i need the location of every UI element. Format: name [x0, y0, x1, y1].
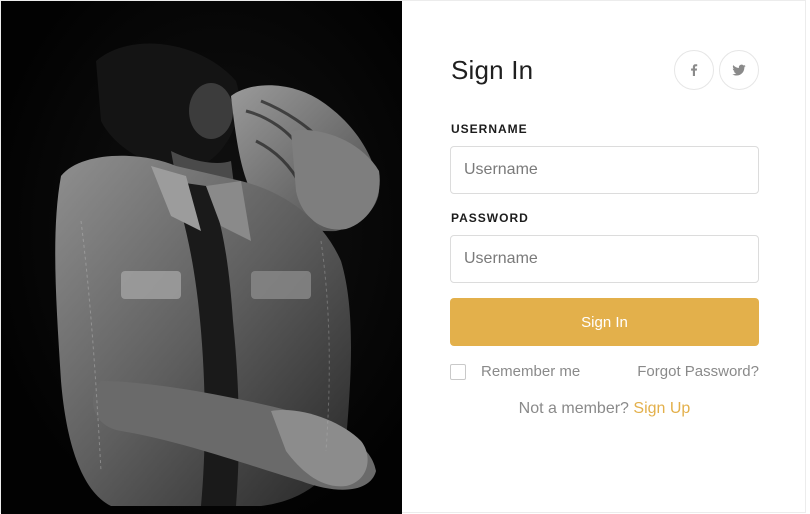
sign-up-link[interactable]: Sign Up [633, 400, 690, 417]
sign-in-button[interactable]: Sign In [450, 298, 759, 346]
page-title: Sign In [451, 55, 534, 85]
hero-photo [1, 1, 402, 514]
remember-me-checkbox[interactable] [450, 363, 466, 380]
username-input[interactable] [450, 146, 759, 194]
sign-in-form-panel: Sign In USERNAME PASSWORD Sign In Rememb… [402, 1, 807, 514]
twitter-icon [732, 64, 746, 76]
facebook-icon [691, 64, 698, 76]
sign-in-card: Sign In USERNAME PASSWORD Sign In Rememb… [0, 0, 807, 514]
twitter-button[interactable] [719, 50, 759, 90]
facebook-button[interactable] [674, 50, 714, 90]
username-label: USERNAME [451, 122, 528, 136]
person-denim-jacket-image [1, 1, 402, 514]
signup-row: Not a member? Sign Up [450, 400, 759, 418]
forgot-password-link[interactable]: Forgot Password? [637, 363, 759, 380]
password-input[interactable] [450, 235, 759, 283]
remember-me-option[interactable]: Remember me [450, 363, 580, 380]
password-label: PASSWORD [451, 211, 529, 225]
remember-me-label: Remember me [481, 363, 581, 380]
signup-prompt: Not a member? [518, 400, 629, 417]
